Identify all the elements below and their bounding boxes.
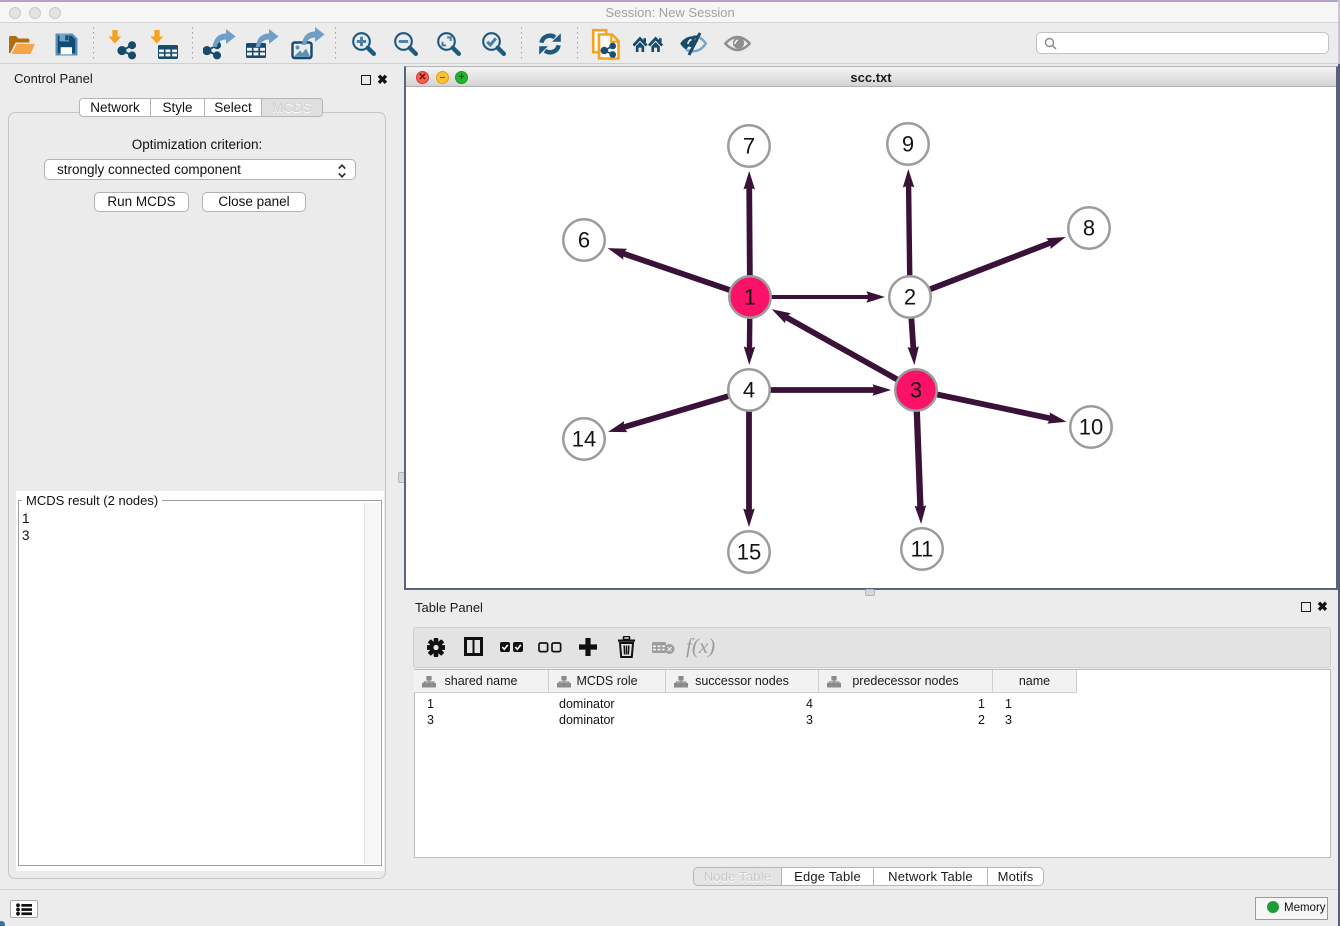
- svg-text:8: 8: [1083, 216, 1095, 241]
- svg-text:7: 7: [743, 134, 755, 159]
- svg-text:6: 6: [578, 228, 590, 253]
- svg-text:9: 9: [902, 132, 914, 157]
- svg-text:10: 10: [1079, 415, 1103, 440]
- svg-text:4: 4: [743, 378, 755, 403]
- svg-text:11: 11: [911, 537, 934, 562]
- svg-text:2: 2: [904, 285, 916, 310]
- svg-text:14: 14: [572, 427, 596, 452]
- svg-text:1: 1: [744, 285, 756, 310]
- svg-text:3: 3: [910, 378, 922, 403]
- svg-text:15: 15: [737, 540, 761, 565]
